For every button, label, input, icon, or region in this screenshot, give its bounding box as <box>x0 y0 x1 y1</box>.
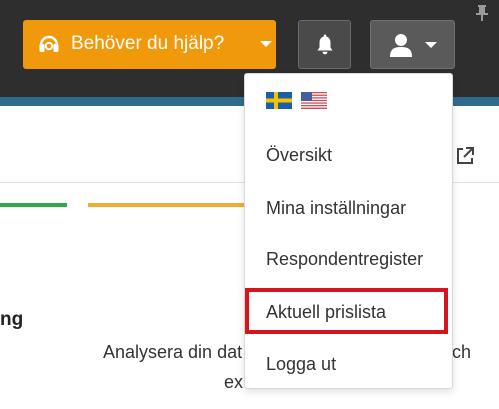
us-flag-icon[interactable] <box>301 92 327 109</box>
pin-icon[interactable] <box>474 4 490 27</box>
highlight-outline <box>245 288 448 334</box>
description-text-fragment: Analysera din dat <box>103 342 243 362</box>
notifications-button[interactable] <box>298 20 351 69</box>
help-button[interactable]: Behöver du hjälp? <box>23 20 276 69</box>
user-dropdown-menu <box>244 73 453 389</box>
description-text-fragment-line2: ex <box>224 372 244 392</box>
menu-item-respondent-register[interactable]: Respondentregister <box>266 249 423 270</box>
progress-indicator-green <box>0 203 67 207</box>
section-heading-fragment: ng <box>0 309 24 330</box>
description-text-fragment-right: ch <box>452 342 472 362</box>
external-link-icon[interactable] <box>455 146 475 171</box>
user-icon <box>389 32 413 63</box>
bell-icon <box>314 34 336 61</box>
help-button-label: Behöver du hjälp? <box>71 33 225 54</box>
chevron-down-icon <box>425 42 437 48</box>
menu-item-logout[interactable]: Logga ut <box>266 354 336 375</box>
headset-icon <box>37 32 61 61</box>
menu-item-settings[interactable]: Mina inställningar <box>266 198 406 219</box>
user-menu-button[interactable] <box>370 20 455 69</box>
menu-item-oversikt[interactable]: Översikt <box>266 145 332 166</box>
swedish-flag-icon[interactable] <box>266 92 292 109</box>
